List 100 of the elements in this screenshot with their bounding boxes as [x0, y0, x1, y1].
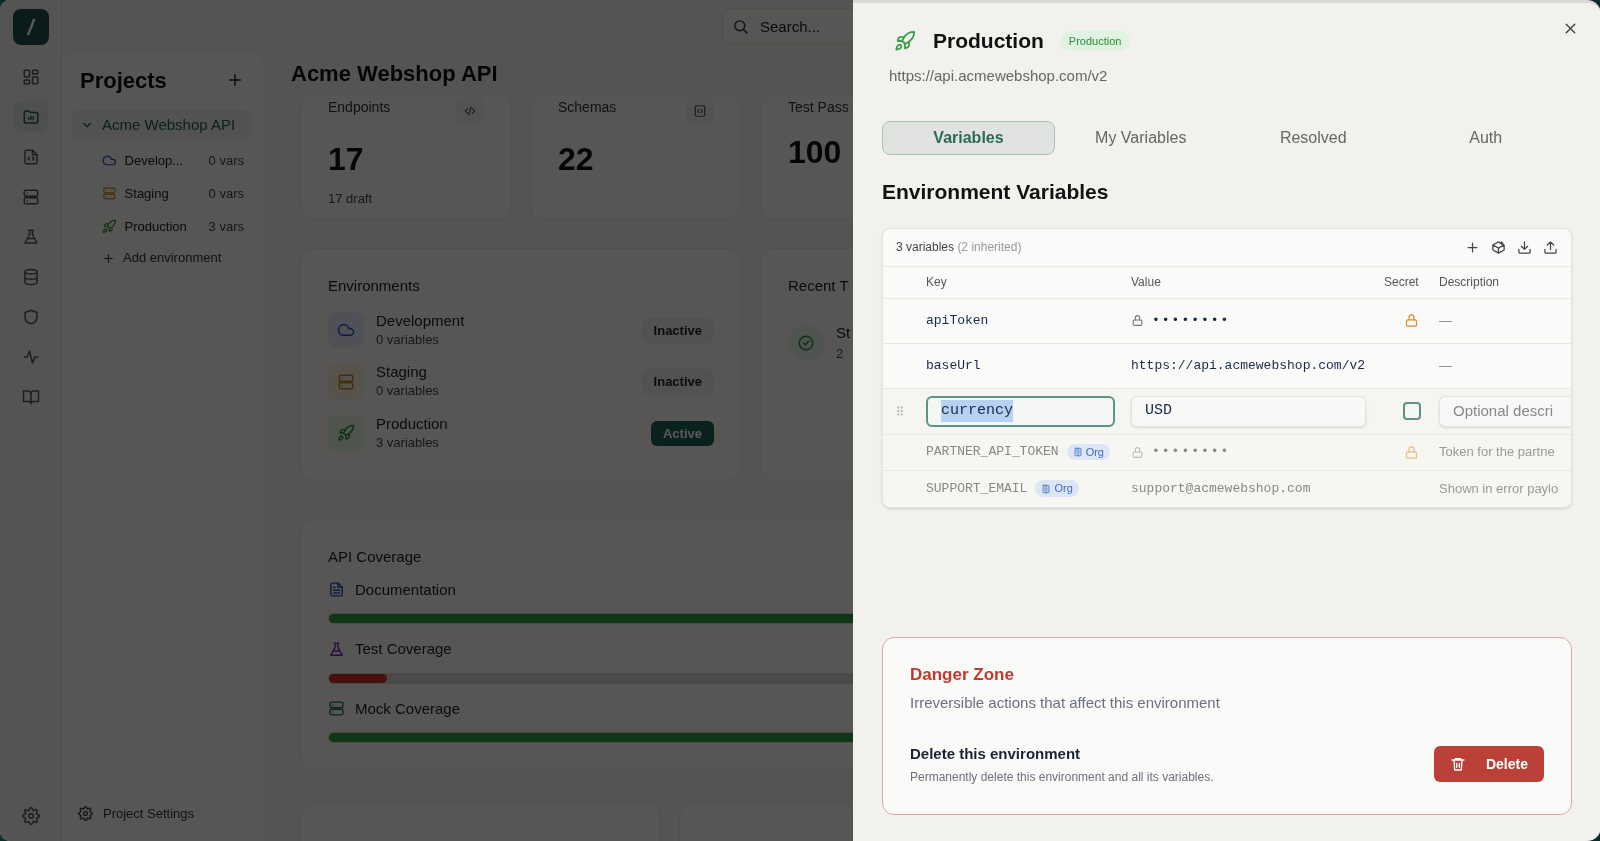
variable-value: support@acmewebshop.com: [1131, 479, 1311, 498]
flask-icon: [21, 227, 40, 246]
folder-icon: [21, 107, 40, 126]
database-icon: [21, 267, 40, 286]
lock-icon: [1131, 314, 1144, 327]
search-field[interactable]: Search...: [722, 8, 853, 44]
download-icon: [1517, 239, 1532, 255]
variable-count: 0 variables: [376, 330, 440, 349]
tab[interactable]: Auth: [1399, 121, 1572, 155]
add-environment-button[interactable]: Add environment: [102, 248, 244, 268]
environment-url: https://api.acmewebshop.com/v2: [888, 65, 1109, 86]
braces-file-icon: [693, 104, 707, 118]
grid-icon: [21, 67, 40, 86]
download-button[interactable]: [1517, 239, 1532, 255]
flask-icon: [328, 640, 345, 658]
variable-count: 0 variables: [376, 382, 440, 400]
environment-name: Staging: [376, 363, 428, 381]
column-header: Value: [1131, 274, 1162, 291]
project-item[interactable]: Acme Webshop API: [72, 110, 252, 140]
drawer-title: Production: [933, 28, 1044, 54]
stat-value: 22: [558, 140, 595, 179]
variable-description: —: [1439, 356, 1453, 375]
variable-description: Token for the partne: [1439, 443, 1556, 462]
variable-value: ••••••••: [1152, 311, 1231, 330]
server-icon: [337, 372, 355, 391]
danger-subtitle: Irreversible actions that affect this environment: [910, 693, 1221, 713]
code-file-icon: [21, 147, 40, 166]
org-badge: Org: [1066, 443, 1110, 461]
variable-summary: 3 variables (2 inherited): [896, 239, 1022, 256]
pulse-icon: [21, 347, 40, 366]
card-title: Recent T: [788, 276, 850, 296]
book-icon: [21, 387, 40, 406]
variable-value: ••••••••: [1152, 443, 1231, 462]
variable-description: —: [1439, 311, 1453, 330]
environment-item[interactable]: Production 3 vars: [102, 215, 244, 238]
secret-checkbox[interactable]: [1402, 402, 1421, 420]
app-logo[interactable]: /: [12, 9, 49, 45]
action-title: Delete this environment: [910, 743, 1082, 764]
nav-folder-button[interactable]: [13, 101, 48, 132]
rocket-icon: [894, 29, 916, 52]
delete-button[interactable]: Delete: [1433, 746, 1544, 783]
column-header: Secret: [1384, 274, 1420, 291]
rocket-icon: [102, 219, 117, 234]
lock-icon: [1131, 445, 1144, 459]
stat-label: Test Pass: [788, 98, 849, 117]
environment-item[interactable]: Develop... 0 vars: [102, 149, 244, 172]
column-header: Description: [1439, 274, 1501, 291]
variable-description: Shown in error paylo: [1439, 479, 1560, 498]
variable-key: apiToken: [926, 310, 989, 331]
tab[interactable]: Variables: [882, 121, 1055, 155]
card-title: API Coverage: [328, 547, 423, 567]
status-badge: Inactive: [641, 317, 714, 343]
tab[interactable]: My Variables: [1054, 121, 1227, 155]
environment-badge: Production: [1059, 30, 1131, 51]
status-badge: Inactive: [641, 369, 714, 395]
section-heading: Environment Variables: [882, 179, 1110, 205]
variable-key: baseUrl: [926, 355, 981, 376]
secret-lock-icon: [1404, 444, 1419, 460]
secret-lock-icon: [1404, 313, 1419, 328]
sidebar-title: Projects: [80, 66, 167, 95]
environment-name: Production: [376, 414, 449, 433]
rocket-icon: [337, 424, 355, 443]
test-name: St: [836, 322, 851, 343]
server-icon: [21, 187, 40, 206]
check-circle-icon: [797, 333, 815, 352]
code-icon: [463, 104, 477, 118]
org-badge: Org: [1035, 480, 1079, 497]
settings-icon: [21, 807, 40, 825]
stat-value: 100: [788, 133, 843, 172]
project-settings-link[interactable]: Project Settings: [72, 803, 252, 823]
add-project-button[interactable]: [226, 71, 244, 89]
settings-icon: [78, 805, 93, 821]
server-icon: [102, 186, 117, 201]
test-time: 2: [836, 345, 845, 363]
variable-count: 3 variables: [376, 433, 440, 452]
action-description: Permanently delete this environment and all its variables.: [910, 769, 1215, 786]
variable-value: https://api.acmewebshop.com/v2: [1131, 356, 1366, 375]
description-input[interactable]: Optional descri: [1439, 395, 1571, 427]
tab[interactable]: Resolved: [1227, 121, 1400, 155]
environment-item[interactable]: Staging 0 vars: [102, 182, 244, 205]
column-header: Key: [926, 274, 948, 291]
page-title: Acme Webshop API: [291, 59, 498, 88]
stat-note: 17 draft: [328, 190, 374, 208]
cloud-icon: [102, 153, 117, 168]
plus-icon: [1465, 239, 1480, 255]
package-icon: [1491, 239, 1506, 255]
package-button[interactable]: [1491, 239, 1506, 255]
add-variable-button[interactable]: [1465, 239, 1480, 255]
upload-icon: [1543, 239, 1558, 255]
coverage-label: Test Coverage: [355, 639, 452, 659]
plus-icon: [226, 71, 244, 89]
shield-icon: [21, 307, 40, 326]
key-input[interactable]: currency: [926, 395, 1115, 427]
document-icon: [328, 581, 345, 599]
value-input[interactable]: USD: [1131, 395, 1366, 427]
variable-key: SUPPORT_EMAIL: [926, 478, 1028, 499]
search-icon: [732, 18, 749, 35]
upload-button[interactable]: [1543, 239, 1558, 255]
environment-name: Development: [376, 311, 466, 330]
server-icon: [328, 700, 345, 718]
